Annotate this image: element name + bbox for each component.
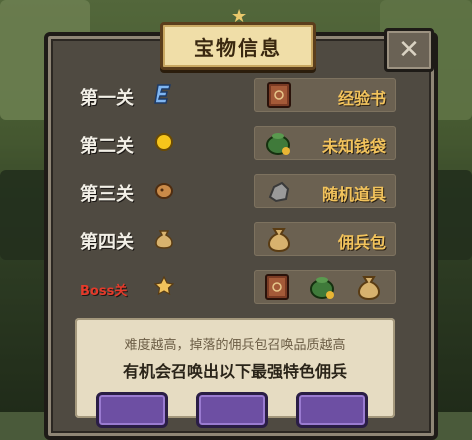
- mercenary-slot[interactable]: [296, 392, 368, 428]
- close-button[interactable]: ✕: [384, 28, 434, 72]
- reward-box: 佣兵包: [254, 222, 396, 256]
- stage-row: 第四关 佣兵包: [80, 222, 400, 258]
- stage-row: 第一关 经验书: [80, 78, 400, 114]
- reward-box: 未知钱袋: [254, 126, 396, 160]
- book-icon: [265, 274, 289, 300]
- rock-icon: [268, 181, 290, 203]
- e-rank-icon: [152, 82, 176, 106]
- dialog-title: 宝物信息: [160, 22, 316, 70]
- star-icon: [152, 274, 176, 298]
- pouch-icon: [266, 133, 290, 155]
- sack-icon: [357, 276, 381, 301]
- info-difficulty-text: 难度越高，掉落的佣兵包召唤品质越高: [124, 338, 346, 353]
- pouch-icon: [310, 277, 334, 299]
- reward-label: 经验书: [337, 89, 386, 108]
- cookie-icon: [152, 178, 176, 202]
- info-summon-text: 有机会召唤出以下最强特色佣兵: [122, 362, 347, 381]
- stage-label: 第一关: [80, 88, 134, 109]
- reward-label: 随机道具: [321, 185, 386, 204]
- stage-label: 第四关: [80, 232, 134, 253]
- reward-label: 未知钱袋: [321, 137, 386, 156]
- reward-label: 佣兵包: [337, 233, 386, 252]
- mercenary-slot[interactable]: [96, 392, 168, 428]
- stage-row: 第三关 随机道具: [80, 174, 400, 210]
- reward-box: [254, 270, 396, 304]
- stage-row: 第二关 未知钱袋: [80, 126, 400, 162]
- sack-icon: [267, 228, 291, 253]
- stage-label: 第三关: [80, 184, 134, 205]
- book-icon: [267, 82, 291, 108]
- reward-box: 随机道具: [254, 174, 396, 208]
- sack-icon: [152, 226, 176, 250]
- stage-label: 第二关: [80, 136, 134, 157]
- gold-coin-icon: [152, 130, 176, 154]
- mercenary-slot[interactable]: [196, 392, 268, 428]
- reward-box: 经验书: [254, 78, 396, 112]
- stage-label: Boss关: [80, 284, 128, 299]
- stage-row-boss: Boss关: [80, 270, 400, 306]
